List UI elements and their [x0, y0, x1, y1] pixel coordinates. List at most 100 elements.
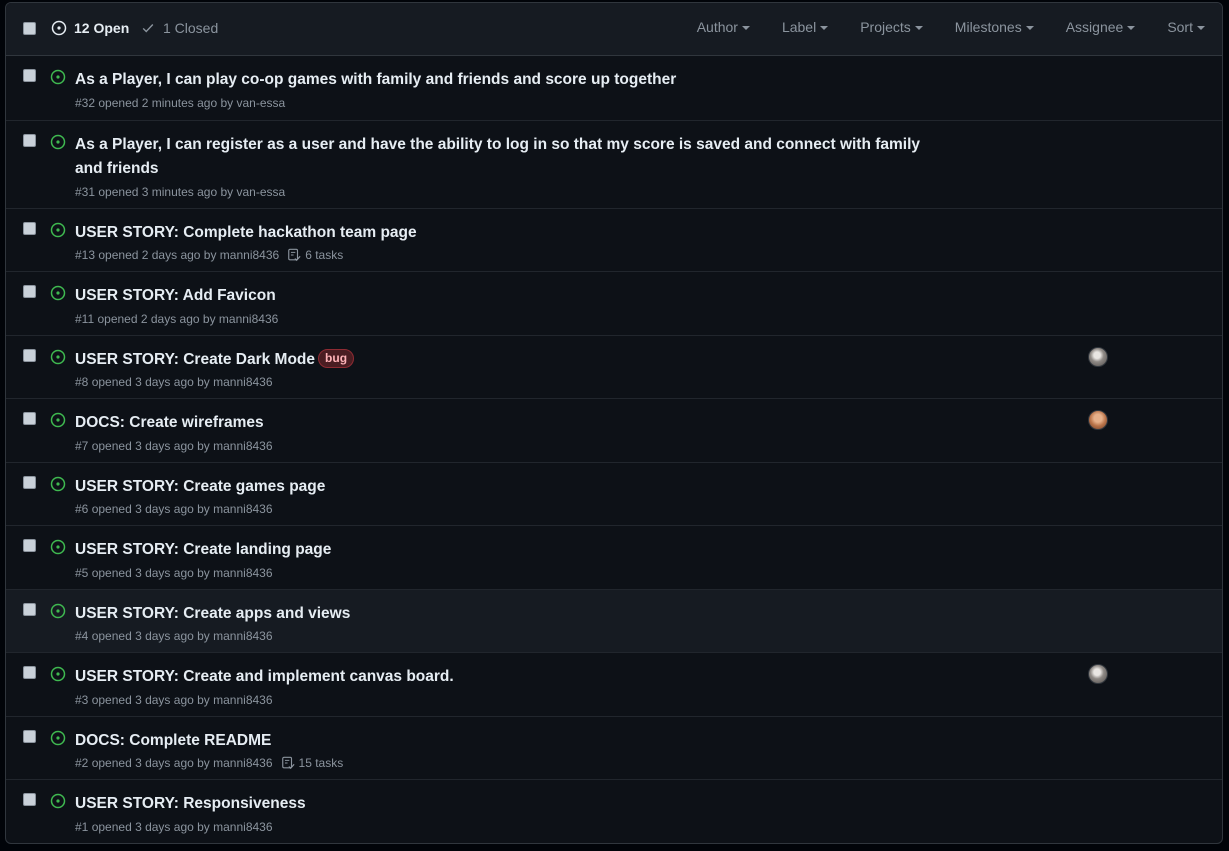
task-count: 15 tasks: [298, 756, 344, 770]
issue-checkbox[interactable]: [23, 69, 36, 82]
closed-count-label: 1 Closed: [163, 20, 219, 36]
issue-number[interactable]: #2: [75, 756, 88, 770]
issue-number[interactable]: #13: [75, 248, 95, 262]
projects-filter-label: Projects: [860, 19, 911, 35]
issue-checkbox[interactable]: [23, 349, 36, 362]
issue-meta: #2 opened 3 days ago by manni8436 15 tas…: [75, 756, 343, 770]
issue-number[interactable]: #1: [75, 820, 88, 834]
issue-title-link[interactable]: USER STORY: Create landing page: [75, 538, 925, 562]
issue-number[interactable]: #6: [75, 502, 88, 516]
bug-label[interactable]: bug: [318, 349, 355, 368]
issue-title-link[interactable]: USER STORY: Create games page: [75, 475, 925, 499]
issue-number[interactable]: #8: [75, 375, 88, 389]
issue-meta: #5 opened 3 days ago by manni8436: [75, 566, 273, 580]
closed-issues-tab[interactable]: 1 Closed: [141, 20, 218, 36]
issue-checkbox[interactable]: [23, 793, 36, 806]
issues-list-header: 12 Open 1 Closed Author Label Projects M…: [6, 3, 1222, 56]
issue-number[interactable]: #4: [75, 629, 88, 643]
issue-open-icon: [50, 349, 66, 365]
author-filter[interactable]: Author: [697, 19, 750, 35]
check-icon: [142, 24, 154, 33]
label-filter[interactable]: Label: [781, 19, 829, 35]
projects-filter[interactable]: Projects: [860, 19, 923, 35]
select-all-checkbox[interactable]: [23, 22, 36, 35]
issue-row: USER STORY: Responsiveness #1 opened 3 d…: [6, 780, 1222, 842]
issue-number[interactable]: #31: [75, 185, 95, 199]
issue-title-link[interactable]: As a Player, I can play co-op games with…: [75, 68, 925, 92]
issue-checkbox[interactable]: [23, 285, 36, 298]
task-count: 6 tasks: [305, 248, 344, 262]
issue-opened-by: opened 3 days ago by manni8436: [91, 502, 273, 516]
issue-row: As a Player, I can play co-op games with…: [6, 56, 1222, 121]
issue-number[interactable]: #7: [75, 439, 88, 453]
issue-title-link[interactable]: USER STORY: Create and implement canvas …: [75, 665, 925, 689]
caret-down-icon: [820, 26, 829, 30]
issue-title-link[interactable]: USER STORY: Create apps and views: [75, 602, 925, 626]
issue-title-link[interactable]: As a Player, I can register as a user an…: [75, 133, 925, 181]
issue-checkbox[interactable]: [23, 134, 36, 147]
issue-opened-by: opened 3 days ago by manni8436: [91, 629, 273, 643]
issue-title-link[interactable]: USER STORY: Responsiveness: [75, 792, 925, 816]
issue-title-link[interactable]: DOCS: Create wireframes: [75, 411, 925, 435]
issue-checkbox[interactable]: [23, 539, 36, 552]
issue-number[interactable]: #3: [75, 693, 88, 707]
issue-list: As a Player, I can play co-op games with…: [6, 56, 1222, 842]
issue-title: USER STORY: Create Dark Mode bug: [75, 348, 925, 372]
issue-title-link[interactable]: USER STORY: Add Favicon: [75, 284, 925, 308]
issue-number[interactable]: #5: [75, 566, 88, 580]
issue-number[interactable]: #32: [75, 96, 95, 110]
caret-down-icon: [1025, 26, 1034, 30]
issue-row: USER STORY: Create Dark Mode bug #8 opene…: [6, 336, 1222, 399]
label-filter-label: Label: [781, 19, 817, 35]
issue-row: USER STORY: Create and implement canvas …: [6, 653, 1222, 717]
assignee-avatar[interactable]: [1088, 410, 1108, 430]
assignee-avatar[interactable]: [1088, 664, 1108, 684]
issue-meta: #13 opened 2 days ago by manni8436 6 tas…: [75, 248, 343, 262]
issue-open-icon: [50, 69, 66, 85]
issue-open-icon: [50, 134, 66, 150]
issue-title-link[interactable]: DOCS: Complete README: [75, 729, 925, 753]
issue-row: As a Player, I can register as a user an…: [6, 121, 1222, 209]
issue-opened-by: opened 3 days ago by manni8436: [91, 439, 273, 453]
issue-title-link[interactable]: USER STORY: Complete hackathon team page: [75, 221, 925, 245]
caret-down-icon: [914, 26, 923, 30]
issue-checkbox[interactable]: [23, 412, 36, 425]
issue-open-icon: [50, 412, 66, 428]
issue-opened-by: opened 3 days ago by manni8436: [91, 693, 273, 707]
issue-row: USER STORY: Create apps and views #4 ope…: [6, 590, 1222, 653]
issue-opened-by: opened 3 days ago by manni8436: [91, 820, 273, 834]
issue-open-icon: [50, 476, 66, 492]
filter-bar: Author Label Projects Milestones Assigne…: [697, 19, 1222, 35]
issue-row: DOCS: Create wireframes #7 opened 3 days…: [6, 399, 1222, 463]
assignee-avatar[interactable]: [1088, 347, 1108, 367]
issues-list-box: 12 Open 1 Closed Author Label Projects M…: [5, 2, 1223, 844]
assignee-filter[interactable]: Assignee: [1066, 19, 1136, 35]
open-issues-tab[interactable]: 12 Open: [51, 20, 129, 36]
issue-checkbox[interactable]: [23, 730, 36, 743]
issue-open-icon: [50, 285, 66, 301]
issue-row: USER STORY: Create games page #6 opened …: [6, 463, 1222, 526]
milestones-filter[interactable]: Milestones: [955, 19, 1034, 35]
sort-filter[interactable]: Sort: [1167, 19, 1205, 35]
task-progress[interactable]: 15 tasks: [281, 756, 344, 770]
issue-meta: #32 opened 2 minutes ago by van-essa: [75, 96, 285, 110]
checklist-icon: [281, 756, 295, 770]
issue-meta: #7 opened 3 days ago by manni8436: [75, 439, 273, 453]
open-count-label: 12 Open: [74, 20, 130, 36]
issue-opened-by: opened 3 days ago by manni8436: [91, 756, 273, 770]
issue-open-icon: [50, 730, 66, 746]
issue-checkbox[interactable]: [23, 222, 36, 235]
issue-opened-by: opened 2 minutes ago by van-essa: [98, 96, 286, 110]
issue-checkbox[interactable]: [23, 476, 36, 489]
issue-title-link[interactable]: USER STORY: Create Dark Mode: [75, 351, 315, 368]
issue-checkbox[interactable]: [23, 666, 36, 679]
caret-down-icon: [741, 26, 750, 30]
issue-number[interactable]: #11: [75, 312, 94, 326]
task-progress[interactable]: 6 tasks: [287, 248, 343, 262]
issue-checkbox[interactable]: [23, 603, 36, 616]
milestones-filter-label: Milestones: [954, 19, 1022, 35]
issue-row: USER STORY: Complete hackathon team page…: [6, 209, 1222, 272]
caret-down-icon: [1127, 26, 1136, 30]
issue-row: DOCS: Complete README #2 opened 3 days a…: [6, 717, 1222, 780]
issue-meta: #31 opened 3 minutes ago by van-essa: [75, 185, 285, 199]
